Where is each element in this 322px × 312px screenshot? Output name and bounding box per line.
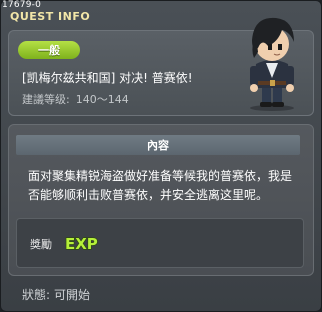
- window-id: 17679-0: [2, 0, 42, 10]
- reward-box: [16, 218, 304, 268]
- quest-level: 建議等级: 140～144: [22, 91, 129, 107]
- quest-level-label: 建議等级:: [22, 93, 70, 106]
- status-label: 狀態:: [22, 288, 51, 302]
- window-title: QUEST INFO: [10, 10, 91, 23]
- content-header: 內容: [16, 135, 300, 155]
- status-value: 可開始: [54, 288, 91, 302]
- quest-status: 狀態: 可開始: [22, 286, 90, 303]
- quest-name: [凯梅尔兹共和国] 对决! 普赛依!: [22, 71, 193, 85]
- quest-level-value: 140～144: [75, 93, 129, 106]
- reward-label: 獎勵: [30, 238, 52, 251]
- exp-icon: EXP: [64, 234, 98, 256]
- quest-category-badge: 一般: [18, 41, 80, 59]
- npc-character-portrait-icon: [228, 8, 312, 112]
- quest-description: 面对聚集精锐海盗做好准备等候我的普赛依，我是否能够顺利击败普赛依，并安全逃离这里…: [28, 169, 293, 202]
- exp-text: EXP: [65, 235, 98, 252]
